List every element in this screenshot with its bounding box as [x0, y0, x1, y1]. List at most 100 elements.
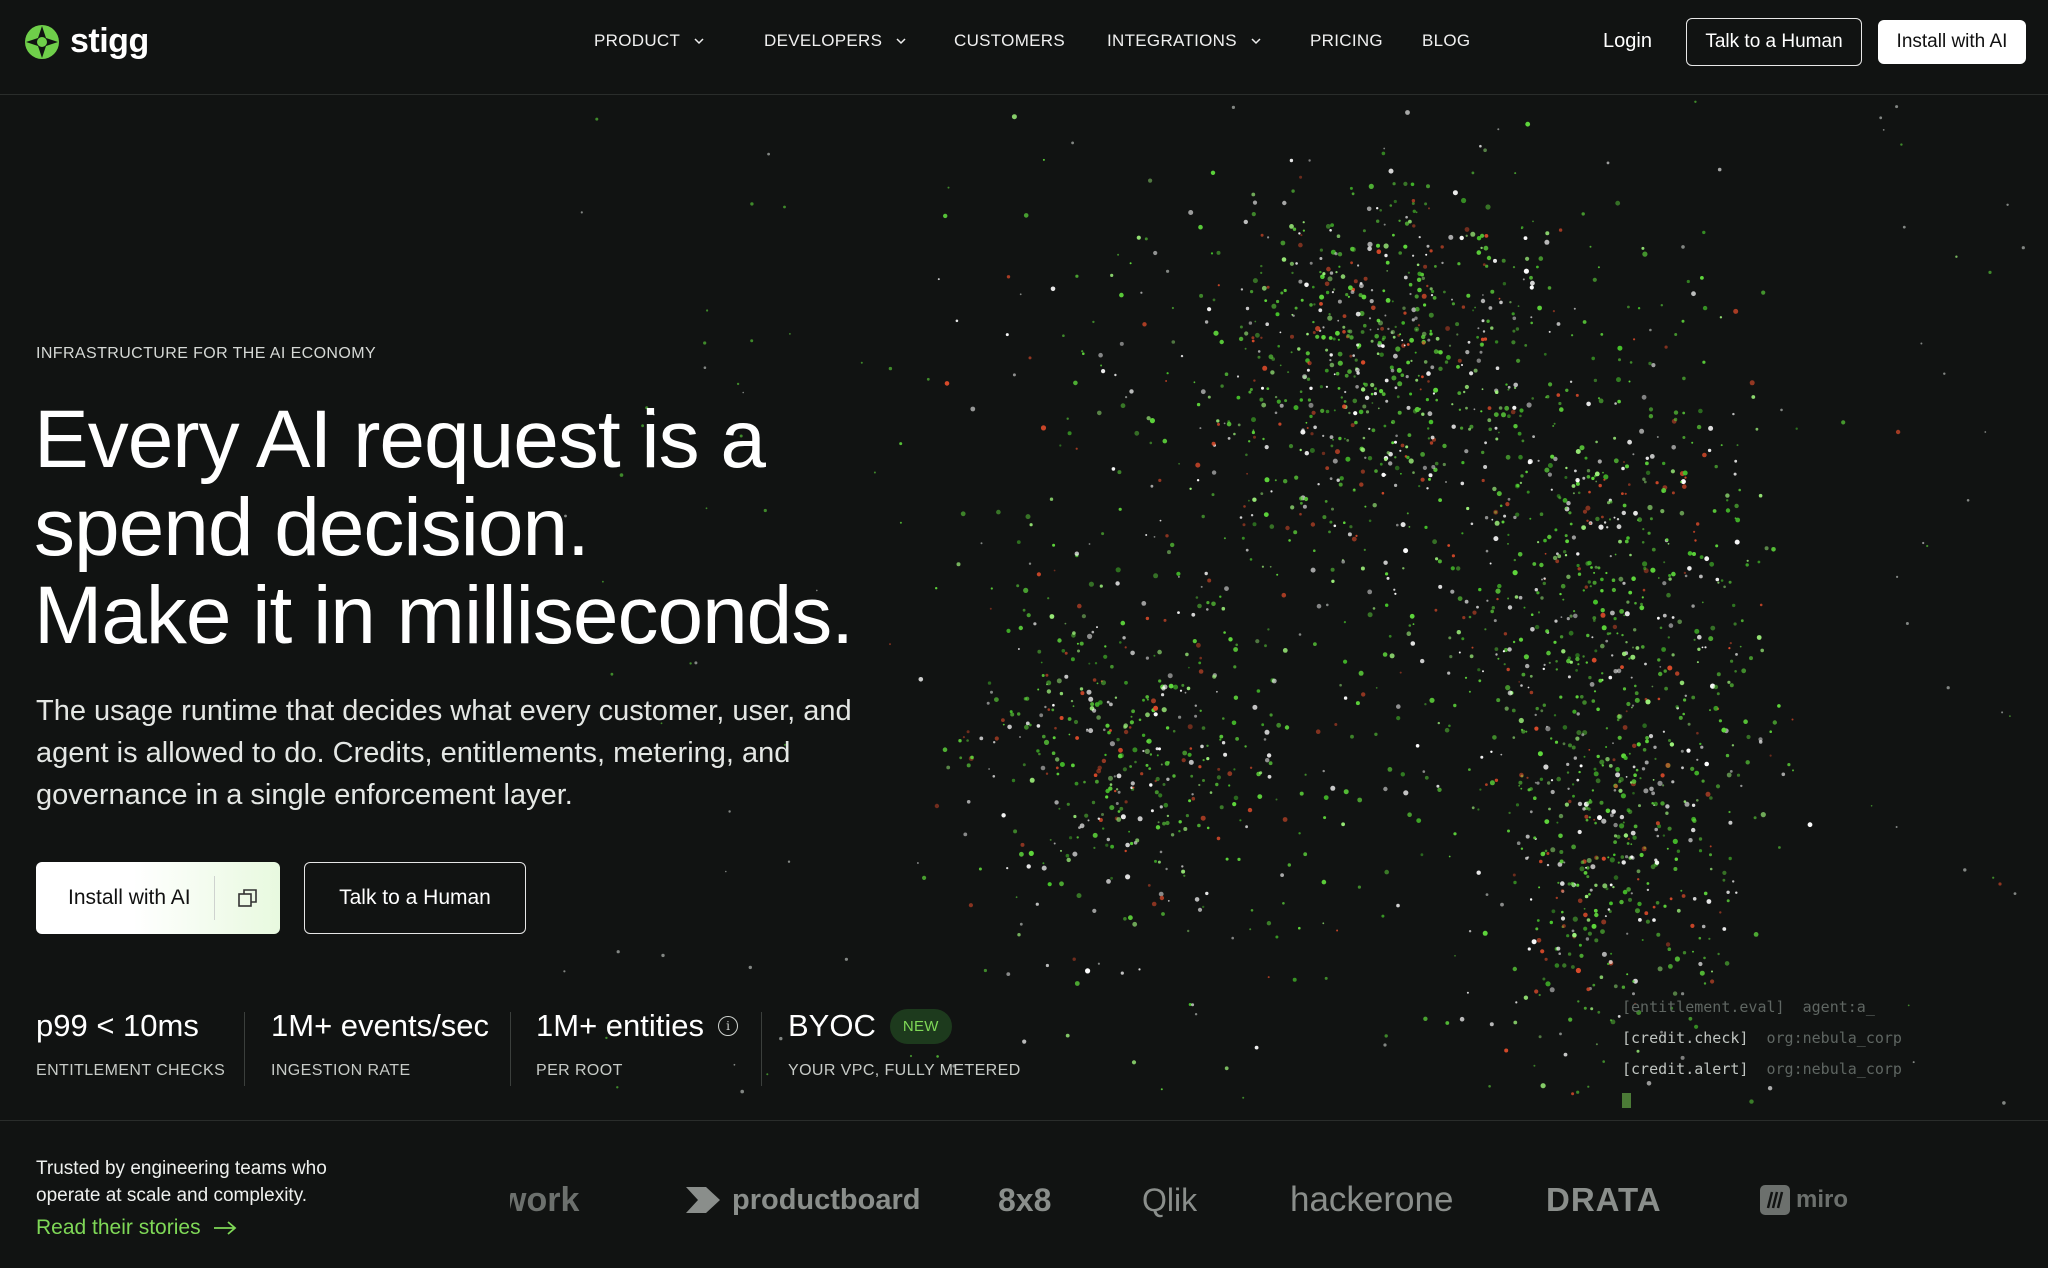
particle	[1424, 775, 1429, 780]
particle	[1025, 514, 1031, 520]
particle	[1233, 665, 1237, 669]
particle	[1336, 478, 1340, 482]
particle	[1017, 933, 1021, 937]
particle	[1338, 265, 1341, 268]
particle	[1476, 335, 1479, 339]
particle	[1396, 367, 1402, 373]
nav-blog[interactable]: BLOG	[1422, 31, 1470, 51]
particle	[1290, 505, 1295, 510]
install-with-ai-cta[interactable]: Install with AI	[36, 862, 280, 934]
particle	[1070, 657, 1075, 662]
particle	[1431, 465, 1436, 469]
particle	[1645, 462, 1648, 465]
particle	[1728, 820, 1733, 825]
talk-to-human-button[interactable]: Talk to a Human	[1686, 18, 1862, 66]
particle	[1333, 409, 1336, 412]
particle	[1387, 767, 1393, 772]
particle	[1484, 628, 1487, 631]
logo-qlik: Qlik	[1142, 1181, 1198, 1218]
particle	[1544, 819, 1550, 824]
particle	[1353, 279, 1358, 284]
particle	[1625, 641, 1628, 644]
particle	[1709, 867, 1713, 871]
particle	[1651, 547, 1656, 552]
particle	[1428, 473, 1433, 478]
nav-product[interactable]: PRODUCT	[594, 31, 704, 51]
particle	[1075, 274, 1079, 278]
particle	[1305, 351, 1310, 356]
particle	[1494, 390, 1499, 395]
particle	[1333, 373, 1336, 376]
particle	[1594, 471, 1600, 477]
particle	[1249, 388, 1253, 391]
particle	[1202, 759, 1205, 762]
particle	[1628, 752, 1631, 755]
particle	[1570, 881, 1575, 886]
particle	[1067, 717, 1072, 721]
particle	[1158, 747, 1161, 751]
particle	[1117, 470, 1122, 475]
particle	[1520, 787, 1523, 790]
nav-integrations[interactable]: INTEGRATIONS	[1107, 31, 1261, 51]
particle	[1740, 619, 1744, 623]
particle	[1178, 715, 1182, 719]
particle	[1488, 427, 1492, 432]
particle	[1145, 712, 1150, 718]
install-with-ai-button[interactable]: Install with AI	[1878, 20, 2026, 64]
particle	[1157, 821, 1160, 824]
particle	[1562, 963, 1567, 968]
particle	[1480, 755, 1484, 759]
particle	[1119, 341, 1124, 346]
particle	[1360, 447, 1366, 453]
particle	[1621, 651, 1627, 657]
particle	[1389, 204, 1393, 207]
particle	[1616, 377, 1621, 383]
particle	[1046, 680, 1052, 686]
login-link[interactable]: Login	[1603, 30, 1652, 53]
particle	[1406, 343, 1410, 346]
particle	[1649, 517, 1653, 521]
particle	[1456, 365, 1460, 369]
particle	[1870, 805, 1873, 807]
copy-icon[interactable]	[236, 886, 260, 910]
particle	[1571, 965, 1575, 969]
particle	[1339, 683, 1342, 687]
particle	[1120, 403, 1126, 409]
particle	[1124, 849, 1127, 853]
particle	[1756, 635, 1762, 640]
particle	[1480, 233, 1485, 238]
particle	[1298, 232, 1301, 235]
info-icon[interactable]: i	[718, 1016, 739, 1036]
particle	[889, 643, 891, 646]
particle	[1386, 451, 1391, 455]
particle	[1519, 414, 1522, 418]
particle	[1592, 616, 1597, 620]
particle	[1531, 939, 1537, 945]
particle	[1616, 632, 1619, 635]
particle	[1661, 647, 1666, 652]
particle	[1181, 758, 1186, 763]
particle	[1461, 197, 1467, 204]
particle	[1270, 370, 1275, 375]
particle	[1609, 500, 1613, 504]
particle	[1610, 813, 1614, 818]
nav-pricing[interactable]: PRICING	[1310, 31, 1383, 51]
particle	[1912, 1061, 1915, 1064]
particle	[1161, 707, 1167, 713]
particle	[1355, 701, 1360, 706]
particle	[1708, 937, 1711, 940]
nav-developers[interactable]: DEVELOPERS	[764, 31, 906, 51]
particle	[1324, 976, 1328, 980]
particle	[1379, 389, 1384, 394]
particle	[1507, 597, 1510, 600]
particle	[1369, 299, 1374, 304]
particle	[1072, 957, 1076, 961]
particle	[1548, 807, 1551, 811]
particle	[1523, 654, 1529, 660]
nav-customers[interactable]: CUSTOMERS	[954, 31, 1065, 51]
stigg-logo[interactable]: stigg	[24, 22, 149, 61]
particle	[1114, 789, 1117, 793]
talk-to-human-cta[interactable]: Talk to a Human	[304, 862, 526, 934]
particle	[1324, 281, 1330, 287]
read-stories-link[interactable]: Read their stories	[36, 1216, 237, 1240]
